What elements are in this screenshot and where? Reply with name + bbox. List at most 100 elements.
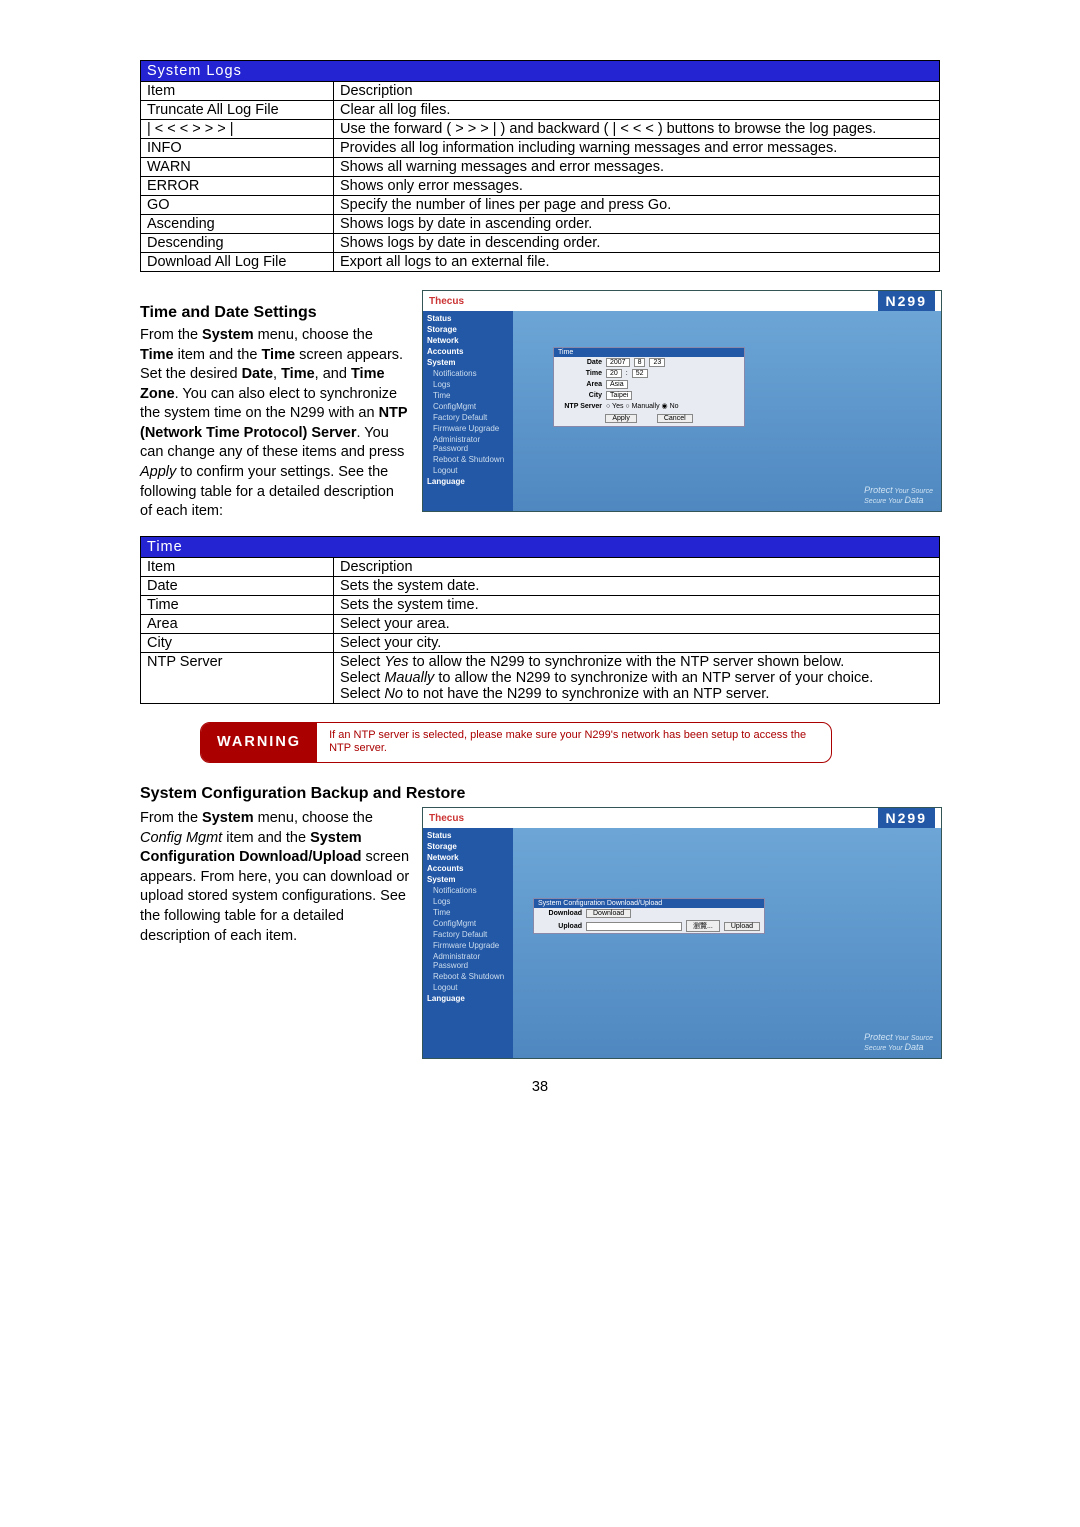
sidebar-item-status[interactable]: Status <box>423 313 513 324</box>
download-button[interactable]: Download <box>586 909 631 918</box>
time-panel: Time Date 2007 8 23 Time 20: 52 <box>553 347 745 427</box>
model-badge: N299 <box>878 808 935 828</box>
table-cell: Download All Log File <box>141 253 334 272</box>
sidebar-item-logs[interactable]: Logs <box>423 896 513 907</box>
area-select[interactable]: Asia <box>606 380 628 389</box>
cancel-button[interactable]: Cancel <box>657 414 693 423</box>
warning-text: If an NTP server is selected, please mak… <box>317 723 831 763</box>
sidebar-item-firmware[interactable]: Firmware Upgrade <box>423 423 513 434</box>
table-cell: Descending <box>141 234 334 253</box>
time-heading: Time and Date Settings <box>140 304 410 322</box>
sidebar: Status Storage Network Accounts System N… <box>423 311 513 511</box>
table-cell: Shows all warning messages and error mes… <box>334 158 940 177</box>
table-cell: Export all logs to an external file. <box>334 253 940 272</box>
browse-button[interactable]: 瀏覽... <box>686 920 720 932</box>
sidebar-item-language[interactable]: Language <box>423 476 513 487</box>
table-cell: Clear all log files. <box>334 101 940 120</box>
sidebar-item-status[interactable]: Status <box>423 830 513 841</box>
city-select[interactable]: Taipei <box>606 391 632 400</box>
warning-label: WARNING <box>201 723 317 763</box>
date-day-select[interactable]: 23 <box>649 358 665 367</box>
sidebar-item-language[interactable]: Language <box>423 993 513 1004</box>
table-cell: Select your city. <box>334 633 940 652</box>
time-table-title: Time <box>141 536 940 557</box>
time-hour-select[interactable]: 20 <box>606 369 622 378</box>
sidebar-item-logout[interactable]: Logout <box>423 982 513 993</box>
upload-button[interactable]: Upload <box>724 922 760 931</box>
table-cell: INFO <box>141 139 334 158</box>
table-cell: Sets the system time. <box>334 595 940 614</box>
cfg-panel-title: System Configuration Download/Upload <box>534 899 764 908</box>
download-label: Download <box>538 910 582 917</box>
cfg-screenshot: Thecus N299 Status Storage Network Accou… <box>422 807 942 1059</box>
table-cell: GO <box>141 196 334 215</box>
time-min-select[interactable]: 52 <box>632 369 648 378</box>
table-cell: WARN <box>141 158 334 177</box>
sidebar-item-configmgmt[interactable]: ConfigMgmt <box>423 918 513 929</box>
sidebar-item-accounts[interactable]: Accounts <box>423 346 513 357</box>
sidebar-item-adminpw[interactable]: Administrator Password <box>423 951 513 971</box>
page-number: 38 <box>140 1079 940 1095</box>
table-cell: | < < < > > > | <box>141 120 334 139</box>
table-cell: Area <box>141 614 334 633</box>
sidebar-item-time[interactable]: Time <box>423 390 513 401</box>
sidebar-item-logs[interactable]: Logs <box>423 379 513 390</box>
protect-tagline: Protect Your Source Secure Your Data <box>864 1032 933 1052</box>
sidebar-item-network[interactable]: Network <box>423 852 513 863</box>
sidebar-item-configmgmt[interactable]: ConfigMgmt <box>423 401 513 412</box>
table-cell: Sets the system date. <box>334 576 940 595</box>
table-cell: NTP Server <box>141 652 334 703</box>
table-cell: Shows logs by date in descending order. <box>334 234 940 253</box>
ntp-label: NTP Server <box>558 403 602 410</box>
time-paragraph: From the System menu, choose the Time it… <box>140 326 410 522</box>
date-label: Date <box>558 359 602 366</box>
table-cell: Truncate All Log File <box>141 101 334 120</box>
table-cell: Select your area. <box>334 614 940 633</box>
table-cell: Ascending <box>141 215 334 234</box>
table-cell: Use the forward ( > > > | ) and backward… <box>334 120 940 139</box>
sidebar-item-logout[interactable]: Logout <box>423 465 513 476</box>
city-label: City <box>558 392 602 399</box>
date-mon-select[interactable]: 8 <box>634 358 646 367</box>
apply-button[interactable]: Apply <box>605 414 637 423</box>
table-cell: Select Yes to allow the N299 to synchron… <box>334 652 940 703</box>
sidebar-item-accounts[interactable]: Accounts <box>423 863 513 874</box>
upload-label: Upload <box>538 923 582 930</box>
logo: Thecus <box>429 296 464 307</box>
upload-path-input[interactable] <box>586 922 682 931</box>
syslogs-title: System Logs <box>141 61 940 82</box>
sidebar-item-storage[interactable]: Storage <box>423 841 513 852</box>
time-panel-title: Time <box>554 348 744 357</box>
area-label: Area <box>558 381 602 388</box>
syslogs-head-desc: Description <box>334 82 940 101</box>
model-badge: N299 <box>878 291 935 311</box>
date-year-select[interactable]: 2007 <box>606 358 630 367</box>
sidebar-item-time[interactable]: Time <box>423 907 513 918</box>
table-cell: Time <box>141 595 334 614</box>
protect-tagline: Protect Your Source Secure Your Data <box>864 485 933 505</box>
sidebar-item-factory[interactable]: Factory Default <box>423 412 513 423</box>
sidebar-item-factory[interactable]: Factory Default <box>423 929 513 940</box>
sidebar-item-storage[interactable]: Storage <box>423 324 513 335</box>
table-cell: ERROR <box>141 177 334 196</box>
sidebar-item-network[interactable]: Network <box>423 335 513 346</box>
ntp-opt-yes: Yes <box>612 403 623 410</box>
table-cell: Provides all log information including w… <box>334 139 940 158</box>
cfg-panel: System Configuration Download/Upload Dow… <box>533 898 765 934</box>
cfg-paragraph: From the System menu, choose the Config … <box>140 809 410 946</box>
sidebar-item-reboot[interactable]: Reboot & Shutdown <box>423 454 513 465</box>
sidebar-item-notifications[interactable]: Notifications <box>423 885 513 896</box>
syslogs-head-item: Item <box>141 82 334 101</box>
time-table: Time Item Description DateSets the syste… <box>140 536 940 704</box>
sidebar-item-system[interactable]: System <box>423 874 513 885</box>
sidebar-item-system[interactable]: System <box>423 357 513 368</box>
sidebar-item-adminpw[interactable]: Administrator Password <box>423 434 513 454</box>
table-cell: Date <box>141 576 334 595</box>
table-cell: Shows logs by date in ascending order. <box>334 215 940 234</box>
time-head-item: Item <box>141 557 334 576</box>
table-cell: Specify the number of lines per page and… <box>334 196 940 215</box>
time-head-desc: Description <box>334 557 940 576</box>
sidebar-item-firmware[interactable]: Firmware Upgrade <box>423 940 513 951</box>
sidebar-item-reboot[interactable]: Reboot & Shutdown <box>423 971 513 982</box>
sidebar-item-notifications[interactable]: Notifications <box>423 368 513 379</box>
